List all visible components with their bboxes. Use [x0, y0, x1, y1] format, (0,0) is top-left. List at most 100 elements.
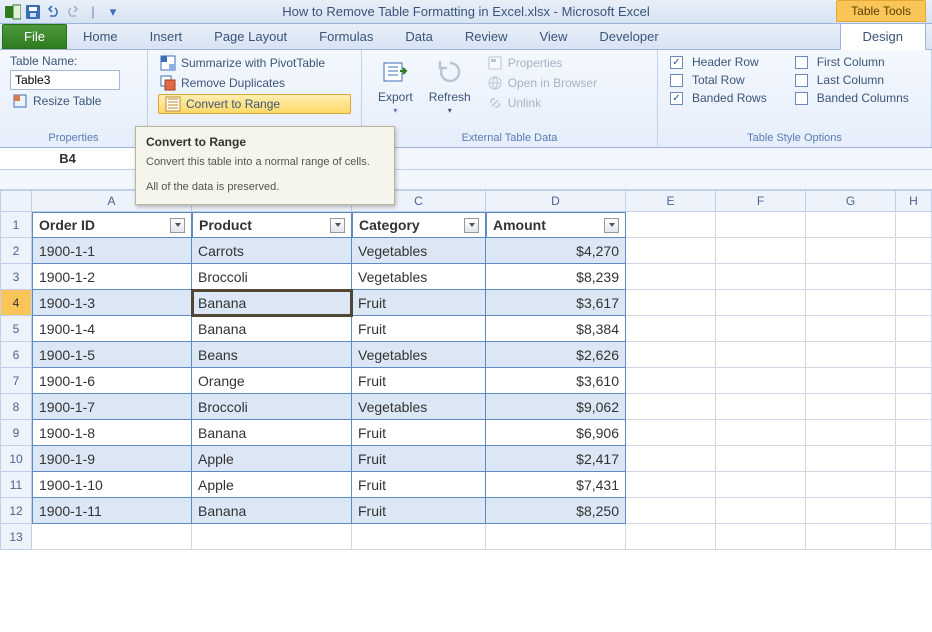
tab-developer[interactable]: Developer: [583, 24, 674, 49]
cell-B12[interactable]: Banana: [192, 498, 352, 524]
cell[interactable]: [716, 524, 806, 550]
cell[interactable]: [716, 290, 806, 316]
cell[interactable]: [896, 238, 932, 264]
cell-A3[interactable]: 1900-1-2: [32, 264, 192, 290]
cell-D6[interactable]: $2,626: [486, 342, 626, 368]
cell-B11[interactable]: Apple: [192, 472, 352, 498]
row-header-10[interactable]: 10: [0, 446, 32, 472]
cell-A4[interactable]: 1900-1-3: [32, 290, 192, 316]
resize-table-button[interactable]: Resize Table: [10, 92, 137, 110]
cell[interactable]: [626, 524, 716, 550]
cell[interactable]: [896, 446, 932, 472]
filter-dropdown-icon[interactable]: [464, 218, 479, 233]
cell-B2[interactable]: Carrots: [192, 238, 352, 264]
cell-C2[interactable]: Vegetables: [352, 238, 486, 264]
cell[interactable]: [716, 368, 806, 394]
tab-design[interactable]: Design: [840, 23, 926, 50]
cell[interactable]: [806, 420, 896, 446]
cell-D12[interactable]: $8,250: [486, 498, 626, 524]
cell[interactable]: [486, 524, 626, 550]
cell-A5[interactable]: 1900-1-4: [32, 316, 192, 342]
cell[interactable]: [716, 420, 806, 446]
cell[interactable]: [716, 238, 806, 264]
row-header-9[interactable]: 9: [0, 420, 32, 446]
tab-home[interactable]: Home: [67, 24, 134, 49]
tab-review[interactable]: Review: [449, 24, 524, 49]
select-all-corner[interactable]: [0, 190, 32, 212]
save-icon[interactable]: [24, 3, 42, 21]
row-header-5[interactable]: 5: [0, 316, 32, 342]
cell[interactable]: [896, 472, 932, 498]
cell-A8[interactable]: 1900-1-7: [32, 394, 192, 420]
cell[interactable]: [626, 472, 716, 498]
col-header-H[interactable]: H: [896, 190, 932, 212]
worksheet-grid[interactable]: ABCDEFGH1Order IDProductCategoryAmount21…: [0, 190, 932, 550]
cell-C3[interactable]: Vegetables: [352, 264, 486, 290]
redo-icon[interactable]: [64, 3, 82, 21]
cell-A9[interactable]: 1900-1-8: [32, 420, 192, 446]
tab-page-layout[interactable]: Page Layout: [198, 24, 303, 49]
check-banded-columns[interactable]: Banded Columns: [793, 90, 911, 106]
cell-D5[interactable]: $8,384: [486, 316, 626, 342]
table-header-D[interactable]: Amount: [486, 212, 626, 238]
row-header-12[interactable]: 12: [0, 498, 32, 524]
cell[interactable]: [626, 290, 716, 316]
export-button[interactable]: Export▾: [372, 54, 419, 117]
cell[interactable]: [626, 238, 716, 264]
cell[interactable]: [32, 524, 192, 550]
cell-B8[interactable]: Broccoli: [192, 394, 352, 420]
remove-duplicates-button[interactable]: Remove Duplicates: [158, 74, 351, 92]
row-header-3[interactable]: 3: [0, 264, 32, 290]
cell-B10[interactable]: Apple: [192, 446, 352, 472]
qat-customize-icon[interactable]: ▾: [104, 3, 122, 21]
cell[interactable]: [896, 290, 932, 316]
cell-C12[interactable]: Fruit: [352, 498, 486, 524]
row-header-4[interactable]: 4: [0, 290, 32, 316]
cell[interactable]: [626, 498, 716, 524]
cell-D8[interactable]: $9,062: [486, 394, 626, 420]
table-header-B[interactable]: Product: [192, 212, 352, 238]
cell[interactable]: [896, 212, 932, 238]
cell[interactable]: [896, 524, 932, 550]
cell-B9[interactable]: Banana: [192, 420, 352, 446]
cell-A6[interactable]: 1900-1-5: [32, 342, 192, 368]
formula-input[interactable]: Convert to Range Convert this table into…: [136, 148, 932, 169]
col-header-F[interactable]: F: [716, 190, 806, 212]
cell-D7[interactable]: $3,610: [486, 368, 626, 394]
tab-formulas[interactable]: Formulas: [303, 24, 389, 49]
table-header-A[interactable]: Order ID: [32, 212, 192, 238]
cell[interactable]: [716, 342, 806, 368]
row-header-11[interactable]: 11: [0, 472, 32, 498]
cell-A7[interactable]: 1900-1-6: [32, 368, 192, 394]
filter-dropdown-icon[interactable]: [604, 218, 619, 233]
col-header-D[interactable]: D: [486, 190, 626, 212]
cell[interactable]: [626, 342, 716, 368]
cell-B6[interactable]: Beans: [192, 342, 352, 368]
cell[interactable]: [806, 394, 896, 420]
col-header-G[interactable]: G: [806, 190, 896, 212]
row-header-8[interactable]: 8: [0, 394, 32, 420]
cell-A2[interactable]: 1900-1-1: [32, 238, 192, 264]
cell[interactable]: [716, 498, 806, 524]
cell[interactable]: [806, 368, 896, 394]
cell[interactable]: [806, 212, 896, 238]
cell-A10[interactable]: 1900-1-9: [32, 446, 192, 472]
cell[interactable]: [626, 316, 716, 342]
tab-insert[interactable]: Insert: [134, 24, 199, 49]
cell[interactable]: [806, 238, 896, 264]
cell[interactable]: [806, 524, 896, 550]
unlink-button[interactable]: Unlink: [485, 94, 599, 112]
cell[interactable]: [806, 446, 896, 472]
cell[interactable]: [192, 524, 352, 550]
cell[interactable]: [806, 498, 896, 524]
cell[interactable]: [896, 498, 932, 524]
filter-dropdown-icon[interactable]: [330, 218, 345, 233]
cell[interactable]: [716, 264, 806, 290]
row-header-7[interactable]: 7: [0, 368, 32, 394]
check-header-row[interactable]: ✓Header Row: [668, 54, 769, 70]
cell-C11[interactable]: Fruit: [352, 472, 486, 498]
name-box[interactable]: B4: [0, 148, 136, 169]
cell-D9[interactable]: $6,906: [486, 420, 626, 446]
summarize-pivot-button[interactable]: Summarize with PivotTable: [158, 54, 351, 72]
open-in-browser-button[interactable]: Open in Browser: [485, 74, 599, 92]
